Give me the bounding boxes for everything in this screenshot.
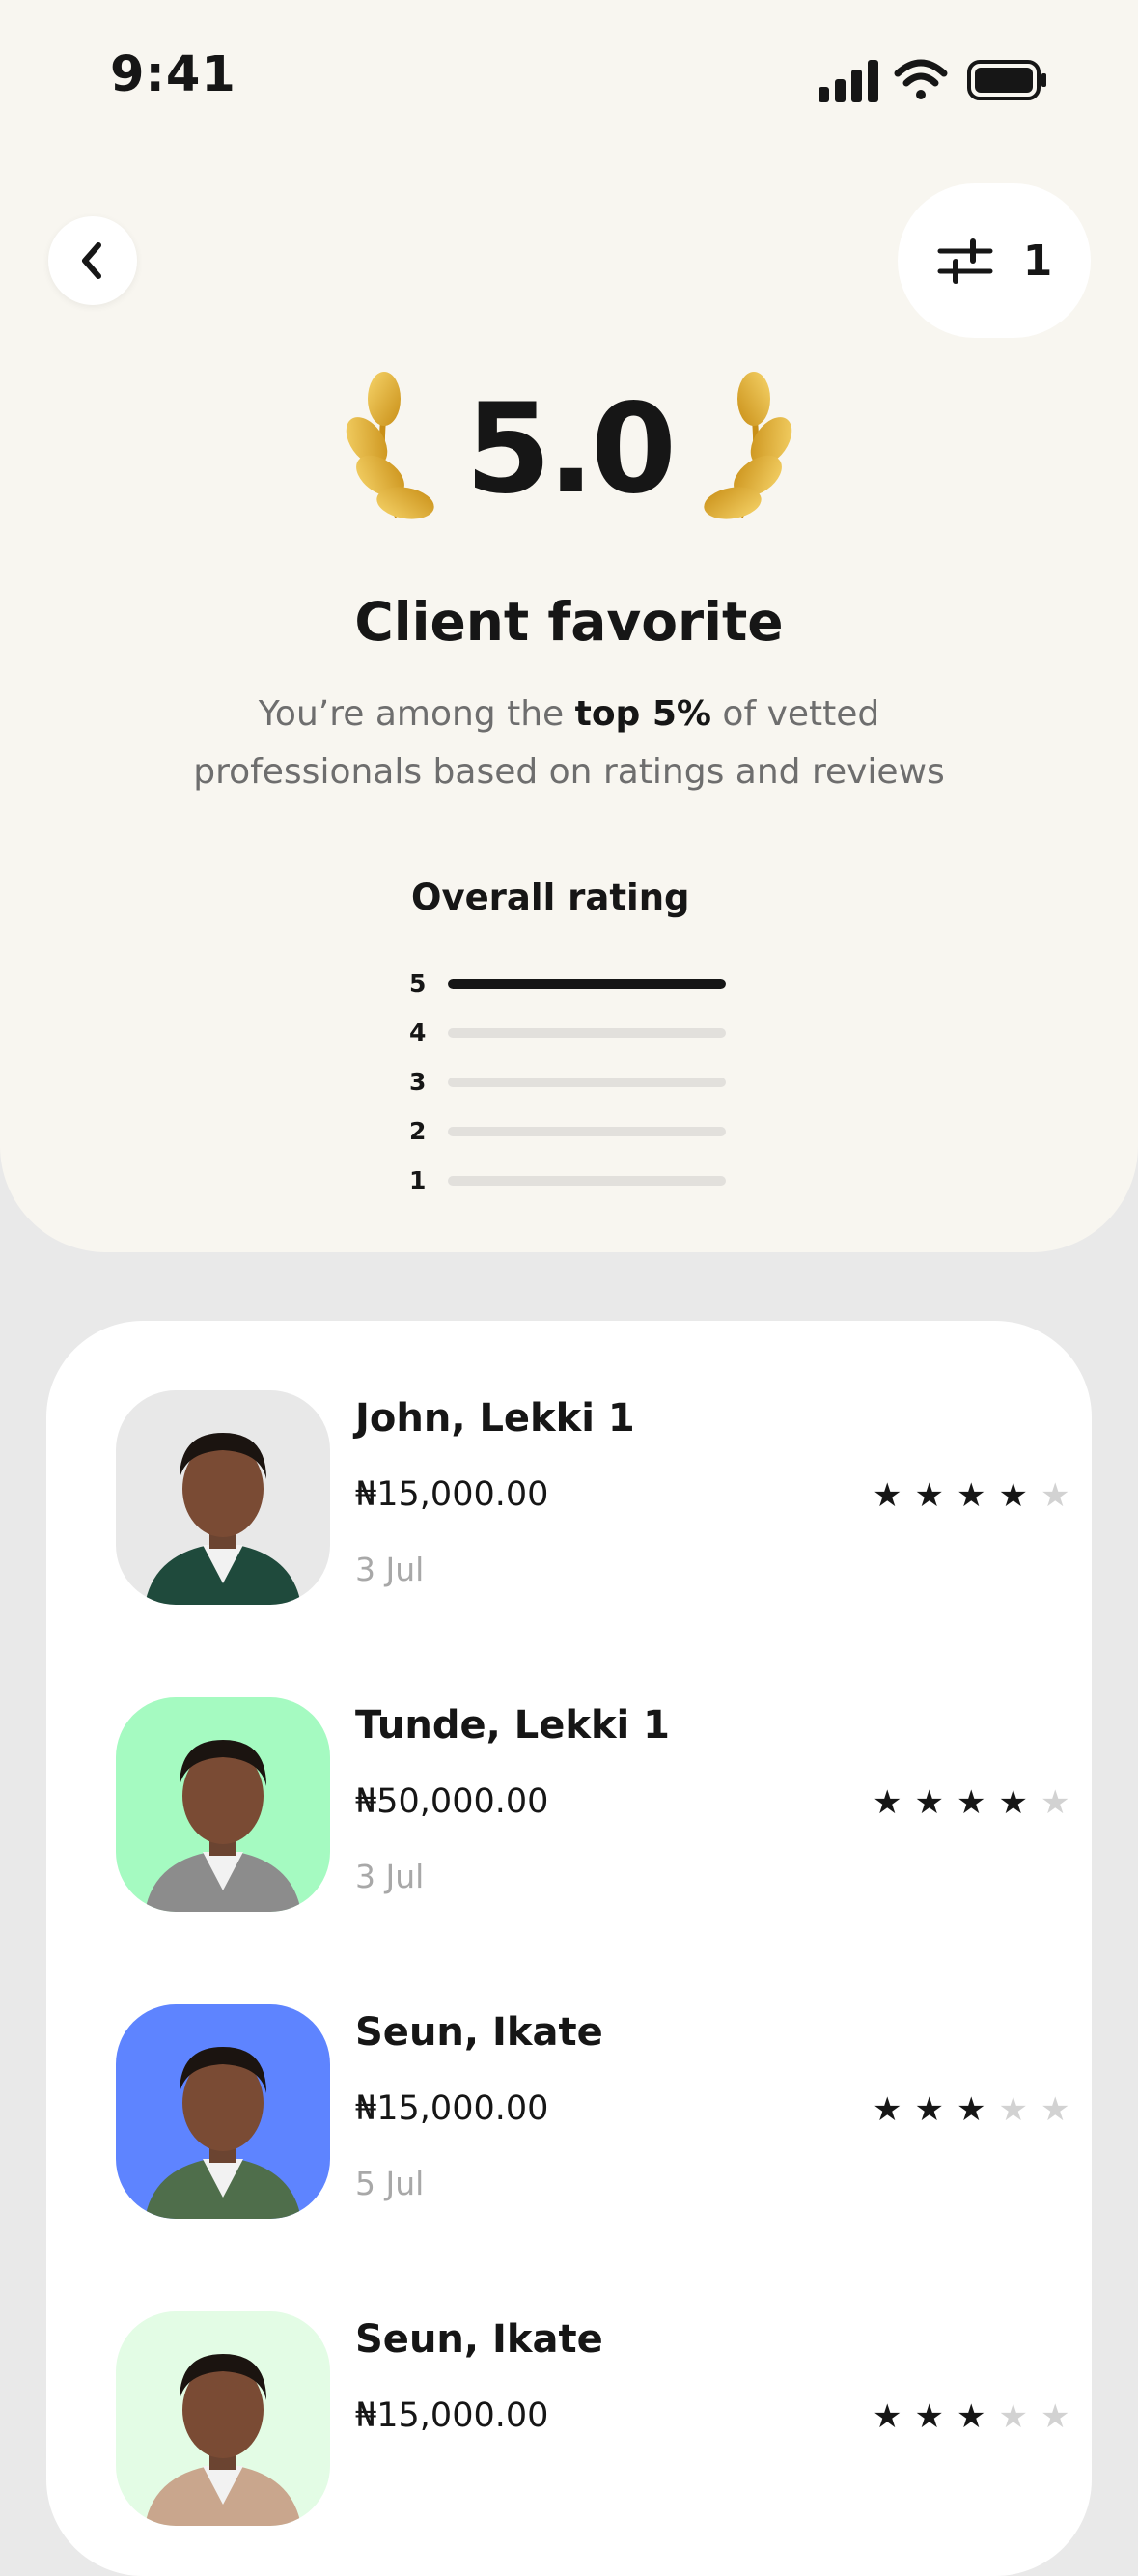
page-title: Client favorite <box>354 591 784 653</box>
avatar <box>116 2311 330 2526</box>
star-icon: ★ <box>1040 1476 1070 1515</box>
star-icon: ★ <box>956 2090 986 2129</box>
star-icon: ★ <box>873 1476 902 1515</box>
rating-summary-panel: 9:41 1 5.0 Client favorite You’re among … <box>0 0 1138 1252</box>
rating-bar-label: 3 <box>409 1068 427 1096</box>
signal-icon <box>819 60 878 102</box>
reviewer-name: Tunde, Lekki 1 <box>355 1703 671 1748</box>
star-icon: ★ <box>1040 2397 1070 2436</box>
chevron-left-icon <box>82 242 101 279</box>
review-list-item[interactable]: Tunde, Lekki 1 ₦50,000.00 3 Jul ★ ★ ★ ★ ★ <box>116 1697 1069 1916</box>
rating-bar-track <box>448 1077 726 1087</box>
star-rating: ★ ★ ★ ★ ★ <box>873 1479 1069 1512</box>
rating-bar-label: 5 <box>409 969 427 997</box>
overall-rating-title: Overall rating <box>411 877 690 918</box>
review-price: ₦50,000.00 <box>355 1782 549 1821</box>
star-icon: ★ <box>914 2397 944 2436</box>
star-icon: ★ <box>998 2090 1028 2129</box>
star-icon: ★ <box>914 2090 944 2129</box>
star-icon: ★ <box>873 2090 902 2129</box>
rating-bar-label: 2 <box>409 1117 427 1145</box>
avatar <box>116 2004 330 2219</box>
star-rating: ★ ★ ★ ★ ★ <box>873 1786 1069 1819</box>
review-list-item[interactable]: Seun, Ikate ₦15,000.00 5 Jul ★ ★ ★ ★ ★ <box>116 2004 1069 2223</box>
star-icon: ★ <box>1040 1783 1070 1822</box>
star-icon: ★ <box>998 1476 1028 1515</box>
rating-bar-track <box>448 1175 726 1186</box>
laurel-wreath-icon <box>346 372 434 519</box>
rating-bar-label: 1 <box>409 1166 427 1194</box>
rating-bar-row: 1 <box>409 1156 737 1205</box>
star-icon: ★ <box>956 1476 986 1515</box>
avatar <box>116 1390 330 1605</box>
rating-bar-row: 4 <box>409 1008 737 1057</box>
review-date: 3 Jul <box>355 1551 425 1588</box>
reviewer-name: Seun, Ikate <box>355 2317 603 2362</box>
review-list-item[interactable]: Seun, Ikate ₦15,000.00 ★ ★ ★ ★ ★ <box>116 2311 1069 2530</box>
star-icon: ★ <box>956 2397 986 2436</box>
star-rating: ★ ★ ★ ★ ★ <box>873 2400 1069 2433</box>
rating-hero: 5.0 <box>0 357 1138 541</box>
star-icon: ★ <box>998 1783 1028 1822</box>
rating-bar-row: 5 <box>409 959 737 1008</box>
rating-bar-label: 4 <box>409 1019 427 1047</box>
status-time: 9:41 <box>110 46 236 103</box>
review-date: 5 Jul <box>355 2165 425 2202</box>
avatar <box>116 1697 330 1912</box>
star-icon: ★ <box>998 2397 1028 2436</box>
review-list-item[interactable]: John, Lekki 1 ₦15,000.00 3 Jul ★ ★ ★ ★ ★ <box>116 1390 1069 1609</box>
page-subtitle: You’re among the top 5% of vetted profes… <box>193 694 945 792</box>
review-price: ₦15,000.00 <box>355 2396 549 2435</box>
overall-score: 5.0 <box>465 377 677 521</box>
rating-bar-track <box>448 1027 726 1038</box>
reviewer-name: John, Lekki 1 <box>355 1396 635 1441</box>
rating-bar-row: 2 <box>409 1106 737 1156</box>
star-icon: ★ <box>1040 2090 1070 2129</box>
back-button[interactable] <box>48 216 137 305</box>
review-price: ₦15,000.00 <box>355 2089 549 2128</box>
rating-bar-row: 3 <box>409 1057 737 1106</box>
star-icon: ★ <box>873 1783 902 1822</box>
sliders-icon <box>937 238 993 284</box>
star-rating: ★ ★ ★ ★ ★ <box>873 2093 1069 2126</box>
rating-distribution: 5 4 3 2 1 <box>409 959 737 1205</box>
rating-bar-track <box>448 1126 726 1136</box>
rating-bar-fill <box>448 978 726 989</box>
star-icon: ★ <box>956 1783 986 1822</box>
filter-count: 1 <box>1022 236 1053 286</box>
reviewer-name: Seun, Ikate <box>355 2010 603 2055</box>
review-date: 3 Jul <box>355 1858 425 1895</box>
laurel-wreath-icon <box>704 372 792 519</box>
star-icon: ★ <box>914 1783 944 1822</box>
battery-icon <box>967 60 1046 100</box>
rating-bar-track <box>448 978 726 989</box>
status-icons <box>819 59 1046 102</box>
star-icon: ★ <box>914 1476 944 1515</box>
wifi-icon <box>894 59 948 99</box>
filter-button[interactable]: 1 <box>898 183 1091 338</box>
review-list: John, Lekki 1 ₦15,000.00 3 Jul ★ ★ ★ ★ ★ Tunde, … <box>46 1321 1092 2576</box>
star-icon: ★ <box>873 2397 902 2436</box>
review-price: ₦15,000.00 <box>355 1475 549 1514</box>
